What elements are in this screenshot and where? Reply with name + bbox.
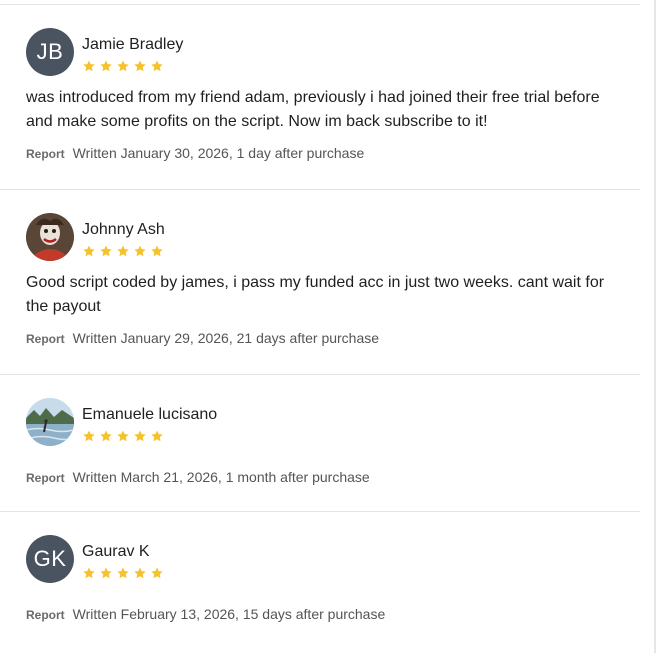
star-icon [116,429,130,443]
review-text: Good script coded by james, i pass my fu… [26,274,605,315]
star-icon [133,59,147,73]
star-icon [82,244,96,258]
star-icon [99,429,113,443]
avatar: GK [26,535,74,583]
avatar-photo-icon [26,398,74,446]
star-icon [116,59,130,73]
review-footer: Report Written February 13, 2026, 15 day… [26,605,620,624]
report-link[interactable]: Report [26,145,65,163]
reviewer-name: Jamie Bradley [82,36,184,53]
reviews-page: JB Jamie Bradley was introduced from my … [0,0,663,653]
star-rating [82,244,165,258]
star-icon [150,59,164,73]
star-icon [99,566,113,580]
star-rating [82,566,164,580]
reviewer-name: Gaurav K [82,543,150,560]
star-icon [116,566,130,580]
star-icon [82,59,96,73]
report-link[interactable]: Report [26,469,65,487]
star-icon [133,429,147,443]
review-meta: Johnny Ash [82,213,165,258]
written-date: Written February 13, 2026, 15 days after… [72,606,386,622]
review-item: JB Jamie Bradley was introduced from my … [0,5,640,190]
star-rating [82,59,183,73]
avatar-initials: JB [36,39,64,64]
review-header: GK Gaurav K [26,535,620,583]
star-rating [82,429,217,443]
star-icon [133,244,147,258]
review-item: Johnny Ash Good script coded by james, i… [0,190,640,375]
star-icon [99,59,113,73]
reviewer-name: Johnny Ash [82,221,165,238]
review-footer: Report Written January 30, 2026, 1 day a… [26,144,620,163]
report-link[interactable]: Report [26,330,65,348]
review-meta: Gaurav K [82,535,164,580]
avatar: JB [26,28,74,76]
written-date: Written January 30, 2026, 1 day after pu… [72,145,365,161]
avatar-initials: GK [33,546,67,571]
review-footer: Report Written January 29, 2026, 21 days… [26,329,620,348]
avatar-photo-icon [26,213,74,261]
review-item: GK Gaurav K Report Written February 13, … [0,512,640,653]
review-text: was introduced from my friend adam, prev… [26,89,600,130]
review-header: Emanuele lucisano [26,398,620,446]
review-item: Emanuele lucisano Report Written March 2… [0,375,640,512]
scrollbar-track[interactable] [654,0,656,653]
written-date: Written March 21, 2026, 1 month after pu… [72,469,370,485]
star-icon [99,244,113,258]
review-meta: Emanuele lucisano [82,398,217,443]
star-icon [150,429,164,443]
reviewer-name: Emanuele lucisano [82,406,218,423]
report-link[interactable]: Report [26,606,65,624]
star-icon [150,566,164,580]
star-icon [150,244,164,258]
star-icon [116,244,130,258]
review-footer: Report Written March 21, 2026, 1 month a… [26,468,620,487]
avatar [26,398,74,446]
avatar [26,213,74,261]
star-icon [133,566,147,580]
review-header: JB Jamie Bradley [26,28,620,76]
star-icon [82,566,96,580]
written-date: Written January 29, 2026, 21 days after … [72,330,380,346]
star-icon [82,429,96,443]
review-header: Johnny Ash [26,213,620,261]
review-list: JB Jamie Bradley was introduced from my … [0,5,640,653]
review-meta: Jamie Bradley [82,28,183,73]
